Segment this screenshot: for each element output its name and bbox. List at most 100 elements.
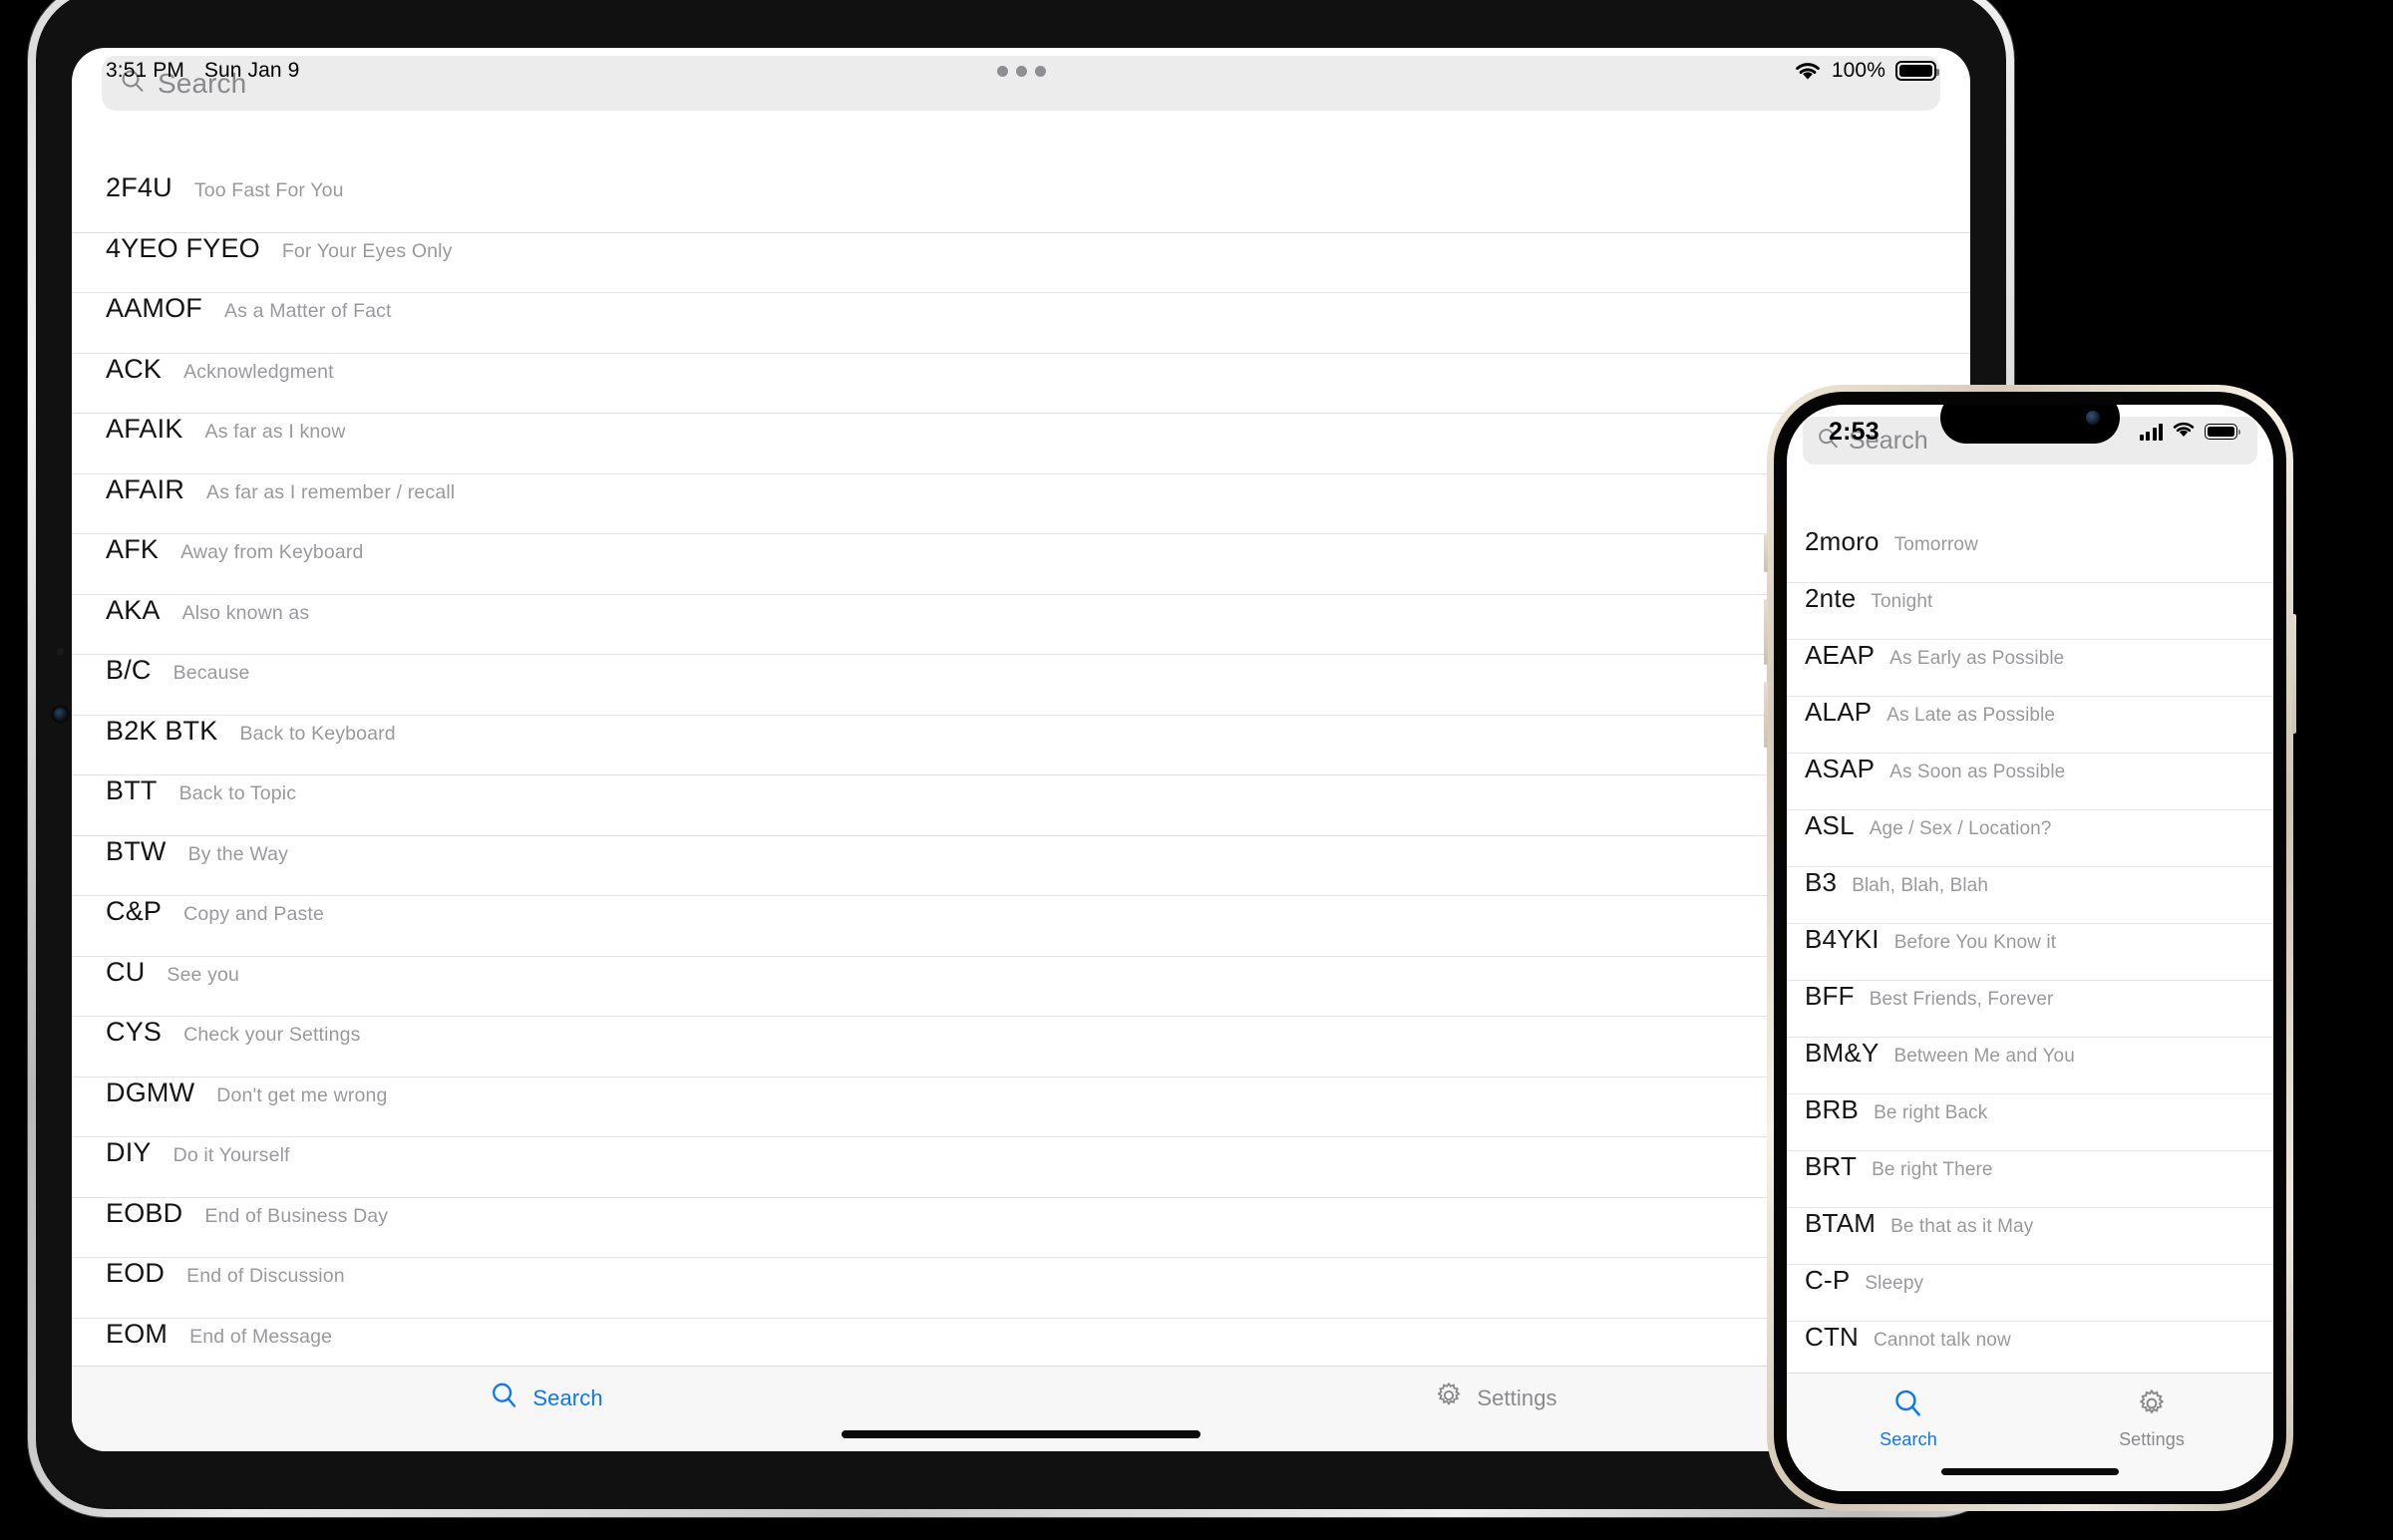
ipad-item-abbreviation: AFK [106,534,160,564]
ipad-status-left: 3:51 PM Sun Jan 9 [106,59,299,83]
iphone-abbreviation-list[interactable]: 2moro Tomorrow 2nte Tonight AEAP As Early as … [1787,526,2273,1374]
gear-icon [1434,1381,1464,1415]
list-item[interactable]: BM&Y Between Me and You [1787,1038,2273,1094]
list-item[interactable]: B3 Blah, Blah, Blah [1787,867,2273,924]
iphone-item-meaning: Blah, Blah, Blah [1852,875,1989,896]
list-item[interactable]: BRT Be right There [1787,1151,2273,1208]
search-icon [490,1381,519,1415]
iphone-item-meaning: Tomorrow [1893,534,1978,555]
multitasking-dots-icon[interactable] [996,65,1046,77]
list-item[interactable]: 2moro Tomorrow [1787,526,2273,583]
ipad-item-meaning: Back to Keyboard [239,722,396,745]
ipad-item-meaning: For Your Eyes Only [281,239,453,262]
list-item[interactable]: BFF Best Friends, Forever [1787,981,2273,1038]
iphone-item-abbreviation: 2moro [1805,526,1880,556]
list-item[interactable]: CYS Check your Settings [72,1017,1970,1078]
list-item[interactable]: EOM End of Message [72,1319,1970,1368]
list-item[interactable]: AFAIR As far as I remember / recall [72,473,1970,534]
ipad-item-meaning: Also known as [181,601,310,624]
ipad-status-bar: 3:51 PM Sun Jan 9 100% [72,48,1970,94]
cellular-bars-icon [2139,423,2163,441]
gear-icon [2136,1387,2168,1424]
list-item[interactable]: AAMOF As a Matter of Fact [72,293,1970,354]
ipad-item-abbreviation: ACK [106,353,163,384]
list-item[interactable]: C&P Copy and Paste [72,896,1970,957]
list-item[interactable]: CTN Cannot talk now [1787,1322,2273,1374]
list-item[interactable]: AKA Also known as [72,595,1970,655]
ipad-item-abbreviation: EOM [106,1318,169,1349]
ipad-item-meaning: By the Way [187,842,289,865]
list-item[interactable]: AEAP As Early as Possible [1787,640,2273,697]
list-item[interactable]: B2K BTK Back to Keyboard [72,715,1970,775]
ipad-item-meaning: Back to Topic [178,782,297,804]
ipad-item-abbreviation: AFAIR [106,473,185,504]
list-item[interactable]: ACK Acknowledgment [72,353,1970,414]
ipad-item-meaning: See you [167,963,240,986]
iphone-item-meaning: Be that as it May [1890,1216,2034,1237]
ipad-item-abbreviation: 4YEO FYEO [106,232,260,263]
ipad-item-meaning: End of Message [189,1325,333,1348]
screenshot-stage: 3:51 PM Sun Jan 9 100% Search 2F4U Too F… [0,0,2393,1540]
iphone-item-abbreviation: BRB [1805,1094,1860,1124]
iphone-mute-switch[interactable] [1764,534,1768,572]
iphone-home-indicator[interactable] [1941,1468,2119,1475]
ipad-tab-bar: Search Settings [72,1366,1970,1451]
iphone-item-meaning: Be right Back [1874,1102,1988,1123]
list-item[interactable]: BTAM Be that as it May [1787,1208,2273,1265]
ipad-item-meaning: End of Discussion [186,1265,345,1287]
iphone-screen: 2:53 Search 2moro Tomorrow 2nte Tonight … [1787,405,2273,1491]
list-item[interactable]: 4YEO FYEO For Your Eyes Only [72,232,1970,293]
list-item[interactable]: 2F4U Too Fast For You [72,172,1970,233]
iphone-item-meaning: Be right There [1872,1159,1993,1180]
iphone-item-meaning: Age / Sex / Location? [1869,818,2052,839]
iphone-front-camera [2086,411,2100,425]
ipad-item-abbreviation: EOBD [106,1197,183,1228]
ipad-item-meaning: Because [172,662,250,684]
ipad-item-abbreviation: EOD [106,1258,166,1288]
list-item[interactable]: ALAP As Late as Possible [1787,697,2273,754]
ipad-home-indicator[interactable] [842,1430,1200,1438]
ipad-item-meaning: Acknowledgment [183,360,334,383]
list-item[interactable]: DIY Do it Yourself [72,1137,1970,1198]
tab-search[interactable]: Search [72,1367,1021,1451]
list-item[interactable]: BTW By the Way [72,836,1970,896]
iphone-item-abbreviation: BM&Y [1805,1038,1880,1068]
iphone-item-abbreviation: 2nte [1805,583,1857,613]
list-item[interactable]: AFAIK As far as I know [72,414,1970,474]
list-item[interactable]: AFK Away from Keyboard [72,534,1970,595]
ipad-screen: 3:51 PM Sun Jan 9 100% Search 2F4U Too F… [72,48,1970,1451]
list-item[interactable]: BTT Back to Topic [72,775,1970,836]
ipad-device: 3:51 PM Sun Jan 9 100% Search 2F4U Too F… [28,0,2014,1517]
iphone-power-button[interactable] [2292,614,2296,734]
ipad-item-abbreviation: BTT [106,775,158,805]
list-item[interactable]: 2nte Tonight [1787,583,2273,640]
ipad-multitasking-control[interactable] [72,48,1970,94]
list-item[interactable]: CU See you [72,957,1970,1017]
ipad-item-abbreviation: B2K BTK [106,715,218,746]
list-item[interactable]: BRB Be right Back [1787,1094,2273,1151]
iphone-item-abbreviation: B4YKI [1805,924,1880,954]
iphone-item-abbreviation: BFF [1805,981,1855,1011]
ipad-item-abbreviation: DGMW [106,1077,195,1107]
list-item[interactable]: B4YKI Before You Know it [1787,924,2273,981]
list-item[interactable]: EOD End of Discussion [72,1258,1970,1319]
iphone-item-abbreviation: ASAP [1805,754,1876,783]
list-item[interactable]: C-P Sleepy [1787,1265,2273,1322]
list-item[interactable]: ASAP As Soon as Possible [1787,754,2273,810]
list-item[interactable]: B/C Because [72,655,1970,716]
ipad-status-date: Sun Jan 9 [203,59,300,82]
iphone-volume-up-button[interactable] [1764,599,1768,665]
list-item[interactable]: DGMW Don't get me wrong [72,1077,1970,1137]
iphone-status-right [2139,421,2240,444]
list-item[interactable]: ASL Age / Sex / Location? [1787,810,2273,867]
list-item[interactable]: EOBD End of Business Day [72,1197,1970,1258]
ipad-item-abbreviation: DIY [106,1137,152,1167]
ipad-item-abbreviation: AAMOF [106,293,203,323]
ipad-abbreviation-list[interactable]: 2F4U Too Fast For You 4YEO FYEO For Your Ey… [72,172,1970,1367]
iphone-volume-down-button[interactable] [1764,682,1768,748]
ipad-item-meaning: End of Business Day [204,1204,389,1227]
iphone-item-abbreviation: BRT [1805,1151,1858,1181]
ipad-battery-percent: 100% [1831,59,1885,82]
iphone-item-abbreviation: AEAP [1805,640,1876,670]
search-icon [1892,1387,1924,1424]
